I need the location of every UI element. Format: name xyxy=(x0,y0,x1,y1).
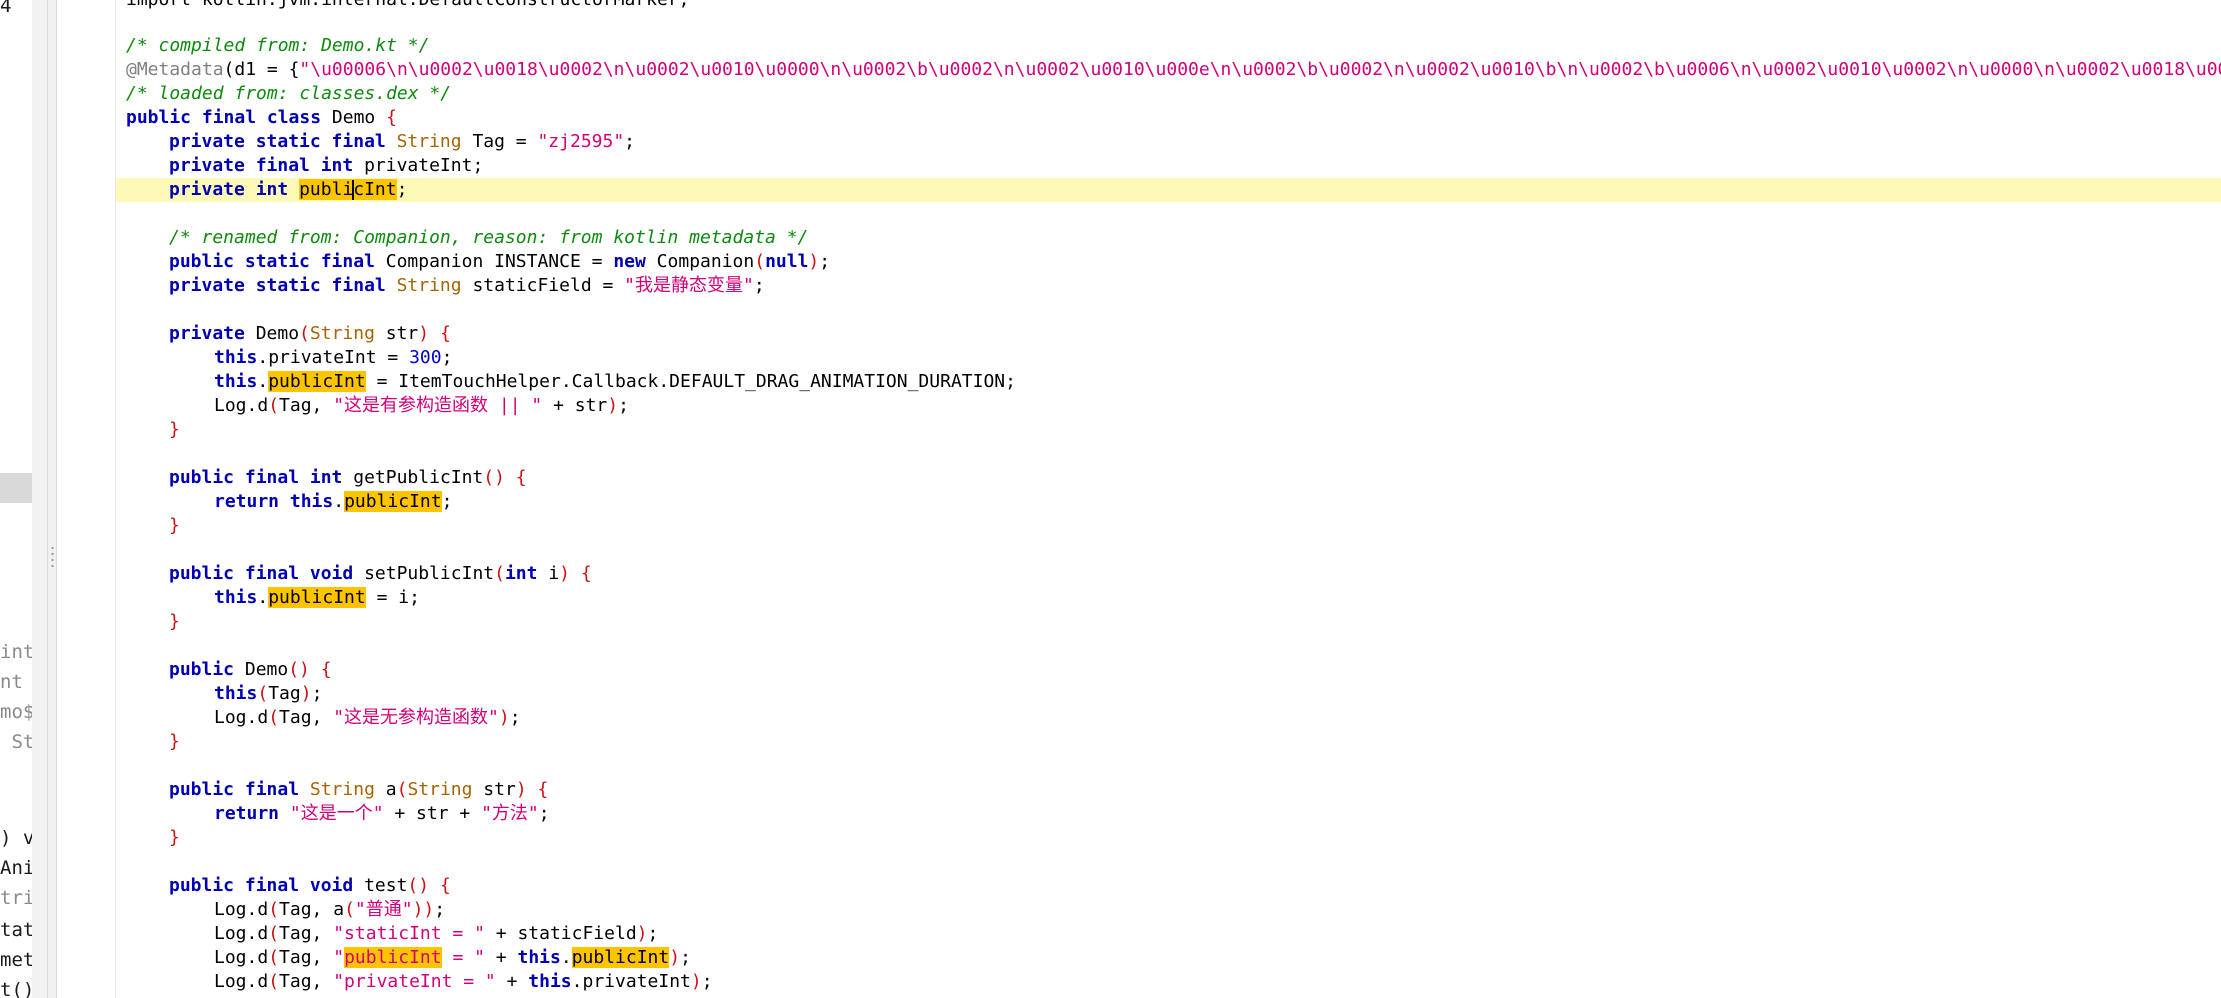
code-text: } xyxy=(169,827,180,848)
code-text: /* compiled from: Demo.kt */ xyxy=(126,35,430,56)
tree-fragment[interactable]: nt xyxy=(0,670,23,694)
code-text: /* loaded from: classes.dex */ xyxy=(126,83,452,104)
code-text: Log.d(Tag, "publicInt = " + this.publicI… xyxy=(214,947,691,968)
tree-fragment[interactable]: met xyxy=(0,948,34,972)
tree-fragment[interactable]: ) v xyxy=(0,826,34,850)
code-line: 21 Log.d(Tag, "privateInt = " + this.pri… xyxy=(116,970,2221,994)
code-text: public final void test() { xyxy=(169,875,451,896)
code-line: 6 this.privateInt = 300; xyxy=(116,346,2221,370)
tree-fragment[interactable]: int xyxy=(0,640,34,664)
code-editor[interactable]: import kotlin.jvm.internal.DefaultConstr… xyxy=(116,0,2221,998)
code-text: /* renamed from: Companion, reason: from… xyxy=(169,227,809,248)
tree-scrollbar[interactable] xyxy=(32,0,47,998)
tree-fragment[interactable]: mo$ xyxy=(0,700,34,724)
project-tree-panel: 4 int nt mo$ St ) v Ani tri tat met t() xyxy=(0,0,47,998)
code-text: Log.d(Tag, "这是无参构造函数"); xyxy=(214,707,521,728)
code-line: 6 public final void setPublicInt(int i) … xyxy=(116,562,2221,586)
code-text: public final String a(String str) { xyxy=(169,779,549,800)
code-text: public final class Demo { xyxy=(126,107,397,128)
code-text: } xyxy=(169,611,180,632)
search-highlight: publicInt xyxy=(268,371,366,392)
search-highlight: publicInt xyxy=(268,587,366,608)
code-line: } xyxy=(116,610,2221,634)
tree-selected-row[interactable] xyxy=(0,473,32,503)
tree-fragment[interactable]: St xyxy=(0,730,34,754)
code-line: 13 public final String a(String str) { xyxy=(116,778,2221,802)
code-text: this.publicInt = i; xyxy=(214,587,420,608)
code-line: private static final String Tag = "zj259… xyxy=(116,130,2221,154)
code-line: 17 public final void test() { xyxy=(116,874,2221,898)
code-text: this(Tag); xyxy=(214,683,323,704)
tree-fragment[interactable]: tri xyxy=(0,886,34,910)
code-line: 19 Log.d(Tag, "staticInt = " + staticFie… xyxy=(116,922,2221,946)
code-text: public final void setPublicInt(int i) { xyxy=(169,563,592,584)
code-text: import kotlin.jvm.internal.DefaultConstr… xyxy=(126,0,690,12)
code-text: public Demo() { xyxy=(169,659,332,680)
code-line: } xyxy=(116,826,2221,850)
code-line: 90 Log.d(Tag, "这是有参构造函数 || " + str); xyxy=(116,394,2221,418)
code-text: @Metadata(d1 = {"\u00006\n\u0002\u0018\u… xyxy=(126,59,2221,80)
code-line: 7 return this.publicInt; xyxy=(116,490,2221,514)
code-line: 7 this.publicInt = i; xyxy=(116,586,2221,610)
code-text: private int publicInt; xyxy=(169,179,408,200)
code-line: 3 public final class Demo { xyxy=(116,106,2221,130)
search-highlight: publicInt xyxy=(299,179,397,200)
code-text: Log.d(Tag, "这是有参构造函数 || " + str); xyxy=(214,395,629,416)
code-text: Log.d(Tag, "staticInt = " + staticField)… xyxy=(214,923,659,944)
code-line: /* compiled from: Demo.kt */ xyxy=(116,34,2221,58)
code-line: /* renamed from: Companion, reason: from… xyxy=(116,226,2221,250)
code-line: 6 public final int getPublicInt() { xyxy=(116,466,2221,490)
code-text: public final int getPublicInt() { xyxy=(169,467,527,488)
code-text: } xyxy=(169,731,180,752)
code-text: } xyxy=(169,419,180,440)
tree-fragment[interactable]: Ani xyxy=(0,856,34,880)
code-line: 14 return "这是一个" + str + "方法"; xyxy=(116,802,2221,826)
splitter-grip-icon[interactable] xyxy=(51,545,54,567)
tree-fragment: 4 xyxy=(0,0,12,17)
code-line: } xyxy=(116,418,2221,442)
code-line: @Metadata(d1 = {"\u00006\n\u0002\u0018\u… xyxy=(116,58,2221,82)
current-line: private int publicInt; xyxy=(116,178,2221,202)
code-line: 8 public Demo() { xyxy=(116,658,2221,682)
code-line: 20 Log.d(Tag, "publicInt = " + this.publ… xyxy=(116,946,2221,970)
code-text: Log.d(Tag, "privateInt = " + this.privat… xyxy=(214,971,713,992)
code-text: private final int privateInt; xyxy=(169,155,484,176)
code-line: 7 this.publicInt = ItemTouchHelper.Callb… xyxy=(116,370,2221,394)
code-line: } xyxy=(116,730,2221,754)
code-line: public static final Companion INSTANCE =… xyxy=(116,250,2221,274)
code-text: Log.d(Tag, a("普通")); xyxy=(214,899,446,920)
code-text: this.privateInt = 300; xyxy=(214,347,453,368)
code-text: } xyxy=(169,515,180,536)
code-text: return "这是一个" + str + "方法"; xyxy=(214,803,550,824)
code-text: private Demo(String str) { xyxy=(169,323,451,344)
search-highlight: publicInt xyxy=(571,947,670,968)
line-number-gutter xyxy=(57,0,116,998)
code-line: private static final String staticField … xyxy=(116,274,2221,298)
code-line: private final int privateInt; xyxy=(116,154,2221,178)
code-text: private static final String staticField … xyxy=(169,275,765,296)
code-text: public static final Companion INSTANCE =… xyxy=(169,251,831,272)
code-line: 10 Log.d(Tag, "这是无参构造函数"); xyxy=(116,706,2221,730)
tree-fragment[interactable]: t() xyxy=(0,978,34,998)
search-highlight: publicInt xyxy=(344,947,442,968)
code-line: } xyxy=(116,514,2221,538)
code-line: 18 Log.d(Tag, a("普通")); xyxy=(116,898,2221,922)
code-line: /* loaded from: classes.dex */ xyxy=(116,82,2221,106)
search-highlight: publicInt xyxy=(344,491,442,512)
code-text: return this.publicInt; xyxy=(214,491,453,512)
code-text: private static final String Tag = "zj259… xyxy=(169,131,636,152)
panel-splitter[interactable] xyxy=(47,0,57,998)
tree-fragment[interactable]: tat xyxy=(0,918,34,942)
code-line: 9 this(Tag); xyxy=(116,682,2221,706)
code-text: this.publicInt = ItemTouchHelper.Callbac… xyxy=(214,371,1016,392)
code-line: 4 private Demo(String str) { xyxy=(116,322,2221,346)
code-line: import kotlin.jvm.internal.DefaultConstr… xyxy=(116,0,2221,12)
